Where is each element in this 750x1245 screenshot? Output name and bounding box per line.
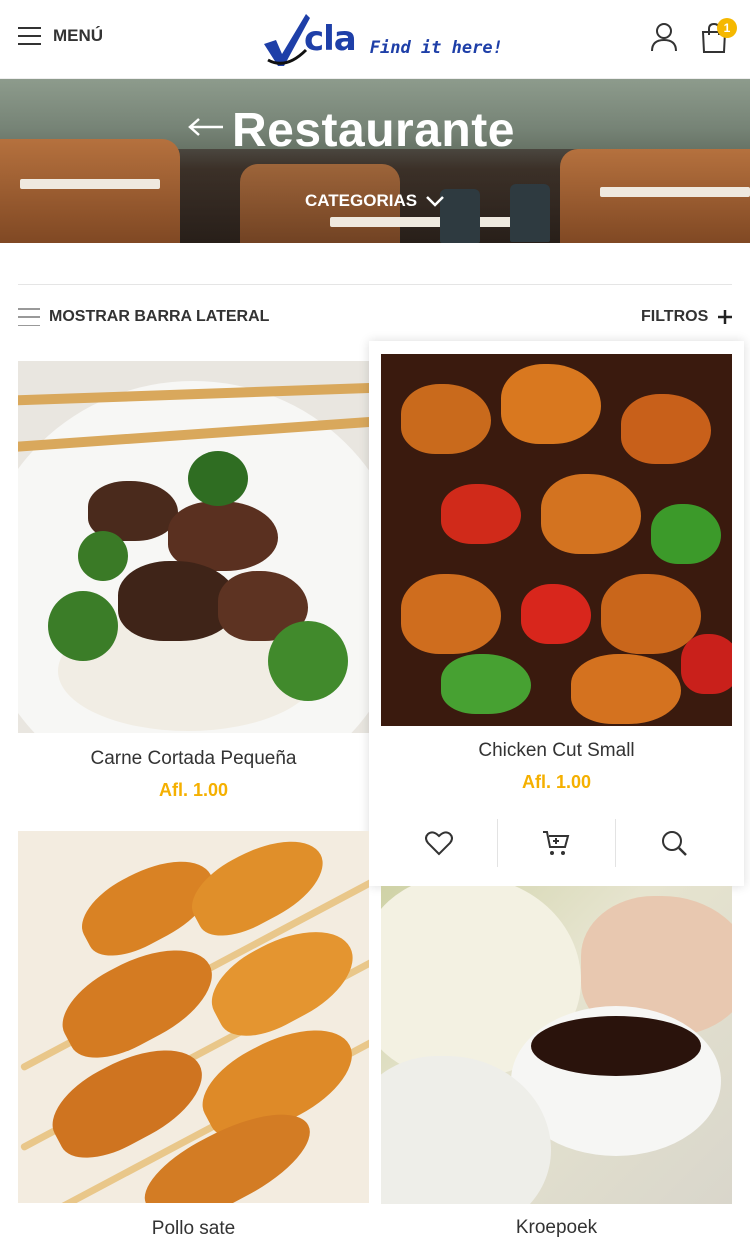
hero-table: [600, 187, 750, 197]
hero-table: [20, 179, 160, 189]
hero-chair: [440, 189, 480, 243]
hamburger-icon: [18, 27, 41, 45]
sidebar-lines-icon: [18, 308, 40, 326]
logo-wordmark: cla: [304, 19, 357, 59]
product-name[interactable]: Pollo sate: [18, 1218, 369, 1240]
product-image-chicken-satay[interactable]: [18, 831, 369, 1203]
site-header: MENÚ cla Find it here! 1: [0, 0, 750, 79]
show-sidebar-button[interactable]: MOSTRAR BARRA LATERAL: [18, 308, 269, 326]
heart-icon: [425, 831, 454, 856]
product-actions: [381, 819, 732, 867]
site-logo[interactable]: cla Find it here!: [262, 10, 503, 68]
menu-label: MENÚ: [53, 26, 104, 45]
product-name[interactable]: Chicken Cut Small: [381, 740, 732, 762]
add-to-wishlist-button[interactable]: [381, 819, 497, 867]
product-name[interactable]: Kroepoek: [381, 1217, 732, 1239]
quick-view-button[interactable]: [616, 819, 732, 867]
toolbar-divider: [18, 284, 732, 285]
plus-icon: [718, 310, 733, 324]
product-card-hovered: Chicken Cut Small Afl. 1.00: [369, 341, 744, 886]
product-image-kroepoek[interactable]: [381, 886, 732, 1204]
product-price: Afl. 1.00: [521, 772, 592, 792]
page-hero-banner: Restaurante CATEGORIAS: [0, 79, 750, 243]
back-arrow-icon[interactable]: [188, 117, 224, 137]
search-icon: [661, 831, 687, 856]
categories-dropdown[interactable]: CATEGORIAS: [305, 191, 445, 211]
product-price: Afl. 1.00: [158, 780, 229, 800]
add-to-cart-button[interactable]: [498, 819, 614, 867]
logo-tagline: Find it here!: [369, 38, 503, 58]
product-image-beef-broccoli[interactable]: [18, 361, 369, 733]
chevron-down-icon: [426, 196, 444, 207]
user-account-icon[interactable]: [650, 22, 678, 52]
hero-table: [330, 217, 530, 227]
product-image-kung-pao-chicken[interactable]: [381, 354, 732, 726]
sidebar-label: MOSTRAR BARRA LATERAL: [49, 308, 270, 325]
checkmark-logo-icon: [264, 14, 310, 66]
filters-label: FILTROS: [641, 308, 709, 325]
categories-label: CATEGORIAS: [305, 191, 418, 210]
product-name[interactable]: Carne Cortada Pequeña: [18, 748, 369, 770]
cart-icon: [543, 831, 570, 855]
hero-chair: [510, 184, 550, 242]
filters-button[interactable]: FILTROS: [641, 308, 733, 326]
page-title: Restaurante: [232, 104, 515, 157]
hero-booth: [0, 139, 180, 243]
menu-button[interactable]: MENÚ: [18, 26, 103, 46]
cart-count-badge: 1: [717, 18, 737, 38]
